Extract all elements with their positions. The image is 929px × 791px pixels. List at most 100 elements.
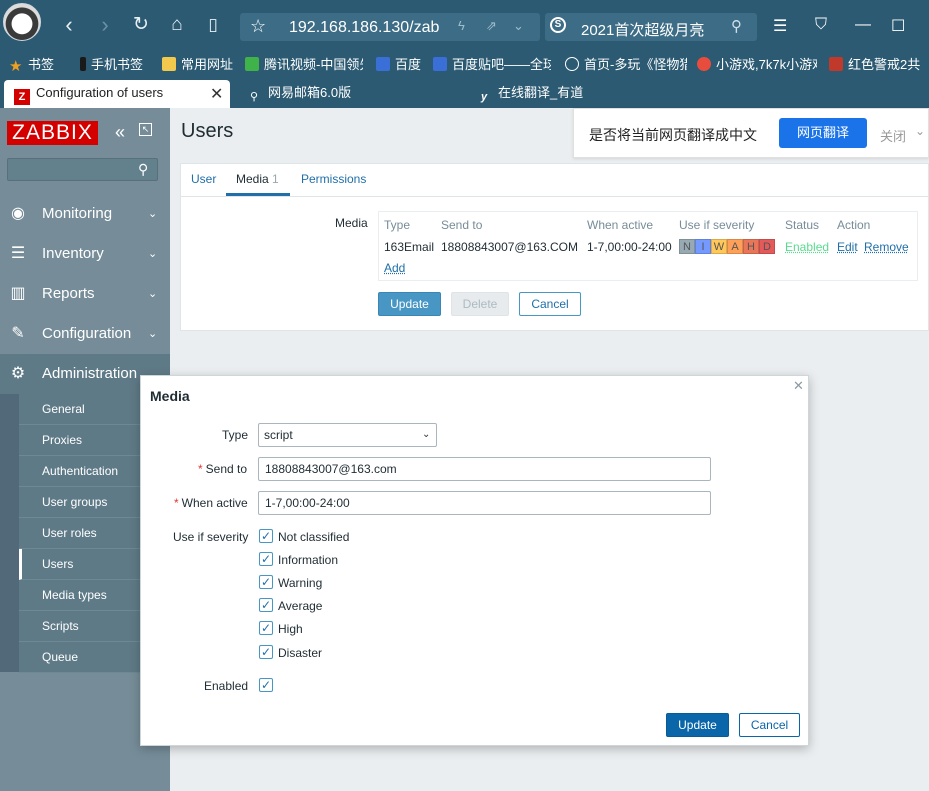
submenu-user-roles[interactable]: User roles bbox=[19, 518, 140, 549]
type-label: Type bbox=[222, 428, 249, 442]
close-tab-icon[interactable]: ✕ bbox=[210, 84, 223, 104]
bookmarks-bar: ★ 书签 手机书签 常用网址 腾讯视频-中国领先 百度 百度贴吧——全球 首页-多… bbox=[0, 48, 929, 78]
tab-permissions[interactable]: Permissions bbox=[301, 172, 366, 186]
submenu-scripts[interactable]: Scripts bbox=[19, 611, 140, 642]
column-header-severity: Use if severity bbox=[679, 218, 755, 232]
search-text[interactable]: 2021首次超级月亮 bbox=[581, 19, 721, 40]
search-icon[interactable]: ⚲ bbox=[731, 17, 742, 35]
bookmark-item[interactable]: 百度 bbox=[376, 54, 424, 73]
checkbox-information[interactable]: ✓ bbox=[259, 552, 273, 566]
checkbox-enabled[interactable]: ✓ bbox=[259, 678, 273, 692]
delete-button[interactable]: Delete bbox=[451, 292, 509, 316]
zabbix-favicon-icon: Z bbox=[14, 89, 30, 105]
skin-icon[interactable]: ⛉ bbox=[815, 16, 827, 34]
bookmark-item[interactable]: 常用网址 bbox=[162, 54, 236, 73]
severity-disaster-badge: D bbox=[759, 239, 775, 254]
menu-configuration[interactable]: ✎ Configuration ⌄ bbox=[0, 314, 170, 354]
bookmark-item[interactable]: 百度贴吧——全球 bbox=[433, 54, 551, 73]
type-select[interactable]: script bbox=[258, 423, 437, 447]
zabbix-logo[interactable]: ZABBIX bbox=[7, 121, 98, 145]
balloon-icon bbox=[697, 57, 711, 71]
sidebar-search-input[interactable] bbox=[7, 158, 158, 181]
eye-icon: ◉ bbox=[11, 205, 25, 222]
bookmark-item[interactable]: 手机书签 bbox=[80, 54, 152, 73]
search-icon[interactable]: ⚲ bbox=[138, 161, 148, 178]
when-active-label: * When active bbox=[174, 496, 248, 510]
bookmark-item[interactable]: 首页-多玩《怪物猎 bbox=[565, 54, 687, 73]
submenu-users[interactable]: Users bbox=[19, 549, 140, 580]
list-icon: ☰ bbox=[10, 245, 26, 262]
tab-netease-mail[interactable]: ⚲ 网易邮箱6.0版 bbox=[236, 80, 456, 108]
star-icon: ★ bbox=[9, 58, 23, 74]
column-header-send-to: Send to bbox=[441, 218, 483, 232]
tencent-video-icon bbox=[245, 57, 259, 71]
tab-youdao-translate[interactable]: y 在线翻译_有道 bbox=[466, 80, 686, 108]
menu-reports[interactable]: ▥ Reports ⌄ bbox=[0, 274, 170, 314]
severity-high-badge: H bbox=[743, 239, 759, 254]
tab-user[interactable]: User bbox=[191, 172, 216, 186]
submenu-general[interactable]: General bbox=[19, 394, 140, 425]
url-text[interactable]: 192.168.186.130/zabbix bbox=[289, 19, 439, 37]
severity-average-badge: A bbox=[727, 239, 743, 254]
bookmark-star-icon[interactable]: ☆ bbox=[250, 16, 266, 37]
send-to-input[interactable]: 18808843007@163.com bbox=[258, 457, 711, 481]
media-remove-link[interactable]: Remove bbox=[864, 240, 909, 254]
sogou-search-icon[interactable]: S bbox=[550, 17, 566, 33]
media-add-link[interactable]: Add bbox=[384, 261, 405, 275]
severity-warning-badge: W bbox=[711, 239, 727, 254]
translate-close-button[interactable]: 关闭 bbox=[880, 126, 906, 145]
dialog-cancel-button[interactable]: Cancel bbox=[739, 713, 800, 737]
bookmark-item[interactable]: 红色警戒2共 bbox=[829, 54, 929, 73]
submenu-media-types[interactable]: Media types bbox=[19, 580, 140, 611]
chevron-down-icon[interactable]: ⌄ bbox=[513, 18, 524, 34]
collapse-sidebar-icon[interactable]: « bbox=[115, 122, 125, 143]
media-edit-link[interactable]: Edit bbox=[837, 240, 858, 254]
close-icon[interactable]: ✕ bbox=[793, 378, 804, 394]
translate-button[interactable]: 网页翻译 bbox=[779, 118, 867, 148]
column-header-type: Type bbox=[384, 218, 411, 232]
bookmark-item[interactable]: 腾讯视频-中国领先 bbox=[245, 54, 363, 73]
user-avatar[interactable] bbox=[3, 3, 41, 41]
checkbox-not-classified[interactable]: ✓ bbox=[259, 529, 273, 543]
bookmark-item[interactable]: ★ 书签 bbox=[9, 54, 64, 74]
tab-media[interactable]: Media 1 bbox=[236, 172, 279, 186]
browser-tabs: Z Configuration of users ⚲ 网易邮箱6.0版 y 在线翻译_… bbox=[0, 78, 929, 108]
back-icon[interactable]: ‹ bbox=[58, 14, 80, 36]
translate-question: 是否将当前网页翻译成中文 bbox=[589, 127, 757, 143]
chevron-down-icon[interactable]: ⌄ bbox=[915, 124, 925, 138]
media-count-badge: 1 bbox=[272, 172, 279, 186]
tab-configuration-of-users[interactable]: Z Configuration of users bbox=[4, 80, 230, 108]
media-status-link[interactable]: Enabled bbox=[785, 240, 829, 254]
minimize-icon[interactable]: — bbox=[855, 16, 871, 34]
enabled-label: Enabled bbox=[204, 679, 249, 693]
checkbox-high[interactable]: ✓ bbox=[259, 621, 273, 635]
checkbox-average[interactable]: ✓ bbox=[259, 598, 273, 612]
chevron-down-icon: ⌄ bbox=[148, 208, 158, 220]
submenu-authentication[interactable]: Authentication bbox=[19, 456, 140, 487]
share-icon[interactable]: ⇗ bbox=[486, 18, 497, 34]
bar-chart-icon: ▥ bbox=[10, 285, 26, 302]
submenu-proxies[interactable]: Proxies bbox=[19, 425, 140, 456]
forward-icon[interactable]: › bbox=[94, 14, 116, 36]
submenu-user-groups[interactable]: User groups bbox=[19, 487, 140, 518]
media-send-to-cell: 18808843007@163.COM bbox=[441, 240, 578, 254]
when-active-input[interactable]: 1-7,00:00-24:00 bbox=[258, 491, 711, 515]
kiosk-mode-icon[interactable]: ↖ bbox=[139, 123, 152, 136]
maximize-icon[interactable]: ☐ bbox=[891, 16, 905, 36]
update-button[interactable]: Update bbox=[378, 292, 441, 316]
menu-icon[interactable]: ☰ bbox=[773, 16, 787, 36]
home-icon[interactable]: ⌂ bbox=[166, 14, 188, 36]
reload-icon[interactable]: ↻ bbox=[130, 14, 152, 36]
dialog-update-button[interactable]: Update bbox=[666, 713, 729, 737]
cancel-button[interactable]: Cancel bbox=[519, 292, 581, 316]
bookmark-item[interactable]: 小游戏,7k7k小游戏 bbox=[697, 54, 817, 73]
media-when-active-cell: 1-7,00:00-24:00 bbox=[587, 240, 672, 254]
submenu-queue[interactable]: Queue bbox=[19, 642, 140, 673]
media-type-cell: 163Email bbox=[384, 240, 435, 254]
checkbox-warning[interactable]: ✓ bbox=[259, 575, 273, 589]
checkbox-disaster[interactable]: ✓ bbox=[259, 645, 273, 659]
menu-monitoring[interactable]: ◉ Monitoring ⌄ bbox=[0, 194, 170, 234]
severity-information-badge: I bbox=[695, 239, 711, 254]
menu-inventory[interactable]: ☰ Inventory ⌄ bbox=[0, 234, 170, 274]
reader-icon[interactable]: ▯ bbox=[202, 14, 224, 36]
